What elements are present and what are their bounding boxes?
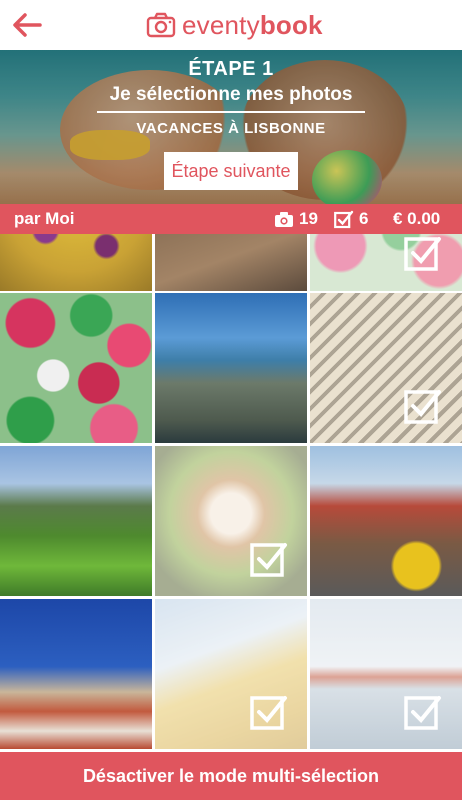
selected-count-stat: 6	[334, 209, 368, 229]
divider	[97, 111, 365, 113]
back-arrow-icon[interactable]	[10, 9, 44, 41]
checkmark-icon	[404, 237, 441, 271]
selected-count: 6	[359, 209, 369, 228]
album-hero: ÉTAPE 1 Je sélectionne mes photos VACANC…	[0, 50, 462, 204]
owner-label: par Moi	[14, 209, 75, 228]
photo-tile[interactable]	[0, 234, 152, 291]
next-step-button[interactable]: Étape suivante	[164, 152, 298, 190]
photo-tile[interactable]	[155, 234, 307, 291]
photo-tile[interactable]	[0, 293, 152, 443]
step-title: ÉTAPE 1	[188, 58, 274, 80]
checkmark-icon	[404, 696, 441, 730]
checkmark-icon	[404, 390, 441, 424]
album-title: VACANCES À LISBONNE	[136, 120, 326, 137]
camera-icon	[275, 211, 293, 227]
top-bar: eventybook	[0, 0, 462, 50]
logo-text: eventybook	[182, 9, 323, 40]
checkmark-icon	[250, 696, 287, 730]
price-label: € 0.00	[393, 209, 441, 228]
step-subtitle: Je sélectionne mes photos	[109, 84, 353, 105]
camera-logo-icon	[146, 12, 176, 38]
checkmark-icon	[250, 543, 287, 577]
album-info-bar: par Moi 19 6 € 0.00	[0, 204, 462, 234]
checkbox-icon	[334, 210, 354, 228]
photo-tile[interactable]	[0, 599, 152, 749]
app-logo: eventybook	[146, 10, 323, 40]
photo-count-stat: 19	[274, 209, 318, 229]
photo-tile[interactable]	[0, 446, 152, 596]
photo-count: 19	[299, 209, 318, 228]
photo-tile[interactable]	[155, 293, 307, 443]
photo-grid	[0, 234, 462, 752]
photo-tile[interactable]	[310, 446, 462, 596]
disable-multi-select-button[interactable]: Désactiver le mode multi-sélection	[0, 752, 462, 800]
